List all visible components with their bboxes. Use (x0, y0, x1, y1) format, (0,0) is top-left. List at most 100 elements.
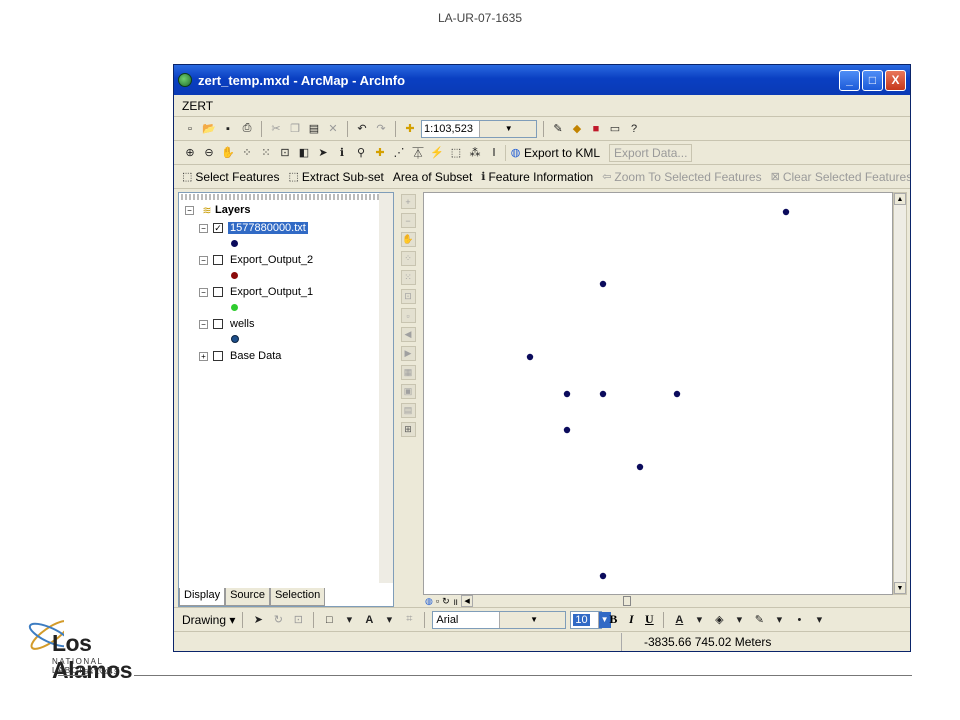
save-icon[interactable]: ▪ (220, 121, 236, 137)
layer-label[interactable]: Base Data (228, 350, 283, 362)
layer-label[interactable]: 1577880000.txt (228, 222, 308, 234)
font-name-combo[interactable]: Arial ▼ (432, 610, 567, 629)
whats-this-help-icon[interactable]: ? (626, 121, 642, 137)
edit-vertices-icon[interactable]: ⌗ (401, 612, 417, 628)
drawing-menu[interactable]: Drawing ▾ (182, 613, 235, 627)
map-vertical-scrollbar[interactable]: ▲ ▼ (893, 192, 907, 595)
editor-toolbar-icon[interactable]: ✎ (550, 121, 566, 137)
zoom-to-selected-button[interactable]: Zoom To Selected Features (614, 170, 761, 184)
fixed-zoom-out-icon[interactable]: ⁙ (400, 270, 416, 285)
layer-item-wells[interactable]: − wells (199, 316, 393, 332)
layer-item-1577880000[interactable]: − ✓ 1577880000.txt (199, 220, 393, 236)
cut-icon[interactable]: ✂ (268, 121, 284, 137)
find-icon[interactable]: ⚲ (353, 145, 369, 161)
map-point[interactable] (673, 390, 681, 398)
focus-frame-icon[interactable]: ⊞ (400, 422, 416, 437)
select-features-button[interactable]: Select Features (195, 170, 279, 184)
tab-selection[interactable]: Selection (269, 588, 326, 606)
map-scale-combo[interactable]: 1:103,523 ▼ (421, 119, 537, 138)
rectangle-icon[interactable]: □ (321, 612, 337, 628)
line-color-icon[interactable]: ✎ (751, 612, 767, 628)
layout-icon[interactable]: ▣ (400, 384, 416, 399)
map-display[interactable] (423, 192, 893, 595)
layer-visibility-checkbox[interactable] (213, 255, 223, 265)
marker-color-icon[interactable]: • (791, 612, 807, 628)
layer-item-export-output-1[interactable]: − Export_Output_1 (199, 284, 393, 300)
layer-visibility-checkbox[interactable] (213, 351, 223, 361)
collapse-icon[interactable]: − (199, 287, 208, 297)
back-extent-icon[interactable]: ◀ (400, 327, 416, 342)
data-view-icon[interactable]: ◍ (425, 596, 433, 607)
map-point[interactable] (563, 426, 571, 434)
page-icon[interactable]: ▤ (400, 403, 416, 418)
fill-color-icon[interactable]: ◈ (711, 612, 727, 628)
export-to-kml-button[interactable]: Export to KML (524, 146, 600, 160)
layer-label[interactable]: wells (228, 318, 256, 330)
chevron-down-icon[interactable]: ▼ (498, 611, 566, 628)
map-point[interactable] (599, 280, 607, 288)
layer-visibility-checkbox[interactable] (213, 287, 223, 297)
undo-icon[interactable]: ↶ (354, 121, 370, 137)
export-data-button[interactable]: Export Data... (609, 143, 693, 162)
zoom-in-icon[interactable]: ⊕ (182, 145, 198, 161)
tab-source[interactable]: Source (225, 588, 270, 606)
map-point[interactable] (782, 208, 790, 216)
identify-icon[interactable]: ℹ (334, 145, 350, 161)
previous-extent-icon[interactable]: ◧ (296, 145, 312, 161)
delete-icon[interactable]: ✕ (325, 121, 341, 137)
layer-item-base-data[interactable]: + Base Data (199, 348, 393, 364)
go-to-xy-icon[interactable]: ✚ (372, 145, 388, 161)
dropdown-arrow-icon[interactable]: ▾ (381, 612, 397, 628)
pan-icon[interactable]: ✋ (220, 145, 236, 161)
menu-zert[interactable]: ZERT (182, 99, 213, 113)
copy-icon[interactable]: ❐ (287, 121, 303, 137)
layer-label[interactable]: Export_Output_1 (228, 286, 315, 298)
select-by-graphics-icon[interactable]: ⋰ (391, 145, 407, 161)
add-data-icon[interactable]: ✚ (402, 121, 418, 137)
collapse-icon[interactable]: − (199, 223, 208, 233)
dropdown-arrow-icon[interactable]: ▾ (341, 612, 357, 628)
layer-item-export-output-2[interactable]: − Export_Output_2 (199, 252, 393, 268)
pause-icon[interactable]: ॥ (453, 595, 458, 608)
maximize-button[interactable]: □ (862, 69, 883, 91)
globe-icon[interactable]: ◍ (505, 144, 521, 161)
map-point[interactable] (526, 353, 534, 361)
swipe-icon[interactable]: ⁂ (467, 145, 483, 161)
zoom-out-icon[interactable]: − (400, 213, 416, 228)
pan-icon[interactable]: ✋ (400, 232, 416, 247)
map-point[interactable] (636, 463, 644, 471)
font-color-icon[interactable]: A (671, 612, 687, 628)
map-point[interactable] (599, 390, 607, 398)
new-document-icon[interactable]: ▫ (182, 121, 198, 137)
dropdown-arrow-icon[interactable]: ▾ (771, 612, 787, 628)
zoom-in-icon[interactable]: + (400, 194, 416, 209)
chevron-down-icon[interactable]: ▼ (478, 120, 536, 137)
print-icon[interactable]: ⎙ (239, 121, 255, 137)
paste-icon[interactable]: ▤ (306, 121, 322, 137)
zoom-percent-icon[interactable]: ▦ (400, 365, 416, 380)
layer-visibility-checkbox[interactable]: ✓ (213, 223, 223, 233)
collapse-icon[interactable]: − (199, 319, 208, 329)
zoom-whole-page-icon[interactable]: ▫ (400, 308, 416, 323)
toc-scrollbar[interactable] (379, 193, 393, 583)
select-features-tool-icon[interactable]: ⬚ (448, 145, 464, 161)
scroll-down-icon[interactable]: ▼ (894, 582, 906, 594)
layer-visibility-checkbox[interactable] (213, 319, 223, 329)
select-elements-icon[interactable]: ➤ (315, 145, 331, 161)
scroll-up-icon[interactable]: ▲ (894, 193, 906, 205)
italic-button[interactable]: I (624, 612, 638, 627)
layer-label[interactable]: Export_Output_2 (228, 254, 315, 266)
command-line-icon[interactable]: ▭ (607, 121, 623, 137)
refresh-icon[interactable]: ↻ (442, 596, 450, 607)
time-slider-icon[interactable]: Ⅰ (486, 145, 502, 161)
zoom-to-selected-icon[interactable]: ⊡ (290, 612, 306, 628)
toc-drag-handle[interactable] (181, 194, 379, 200)
minimize-button[interactable]: _ (839, 69, 860, 91)
rotate-icon[interactable]: ↻ (270, 612, 286, 628)
arccatalog-icon[interactable]: ◆ (569, 121, 585, 137)
open-folder-icon[interactable]: 📂 (201, 121, 217, 137)
layers-root[interactable]: − ≋ Layers (185, 202, 393, 218)
dropdown-arrow-icon[interactable]: ▾ (811, 612, 827, 628)
dropdown-arrow-icon[interactable]: ▾ (731, 612, 747, 628)
tab-display[interactable]: Display (179, 588, 226, 606)
